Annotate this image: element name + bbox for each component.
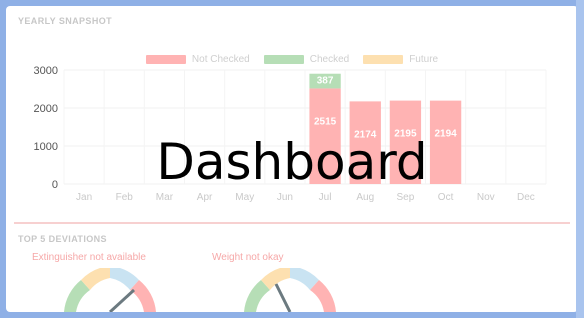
x-tick-label: Feb (116, 192, 134, 203)
y-tick-label: 3000 (34, 66, 58, 77)
gauge-needle (274, 283, 292, 312)
gauge-weight: 1 (244, 268, 336, 312)
dashboard-heading: Dashboard (156, 133, 428, 191)
x-tick-label: Dec (517, 192, 535, 203)
y-tick-label: 2000 (34, 103, 58, 115)
legend-checked[interactable]: Checked (263, 54, 350, 65)
legend-swatch (363, 55, 404, 64)
bar-data-label: 387 (317, 76, 334, 87)
x-tick-label: Jul (319, 192, 332, 203)
snapshot-title: YEARLY SNAPSHOT (18, 16, 113, 26)
gauge-needle (108, 288, 136, 312)
legend-swatch (145, 55, 186, 64)
deviations-title: TOP 5 DEVIATIONS (18, 234, 107, 244)
legend-label: Checked (309, 54, 350, 65)
section-divider (14, 222, 570, 224)
x-tick-label: Nov (477, 192, 495, 203)
x-tick-label: Jun (277, 192, 293, 203)
legend-label: Not Checked (191, 54, 250, 65)
legend-swatch (263, 55, 304, 64)
bar-data-label: 2515 (314, 116, 337, 127)
gauge-value: 11 (106, 311, 115, 312)
gauge-extinguisher: 11 (64, 268, 156, 312)
x-tick-label: Oct (438, 192, 454, 203)
x-tick-label: Sep (397, 192, 415, 203)
deviation-label: Weight not okay (212, 252, 284, 263)
deviation-label: Extinguisher not available (32, 252, 146, 263)
x-tick-label: Jan (76, 192, 92, 203)
x-tick-label: Apr (197, 192, 213, 203)
x-tick-label: Aug (356, 192, 374, 203)
x-tick-label: May (235, 192, 254, 203)
chart-legend: Not Checked Checked Future (6, 54, 578, 65)
legend-future[interactable]: Future (363, 54, 438, 65)
legend-label: Future (409, 54, 439, 65)
x-tick-label: Mar (156, 192, 174, 203)
gauge-value: 1 (288, 311, 293, 312)
legend-not-checked[interactable]: Not Checked (145, 54, 250, 65)
